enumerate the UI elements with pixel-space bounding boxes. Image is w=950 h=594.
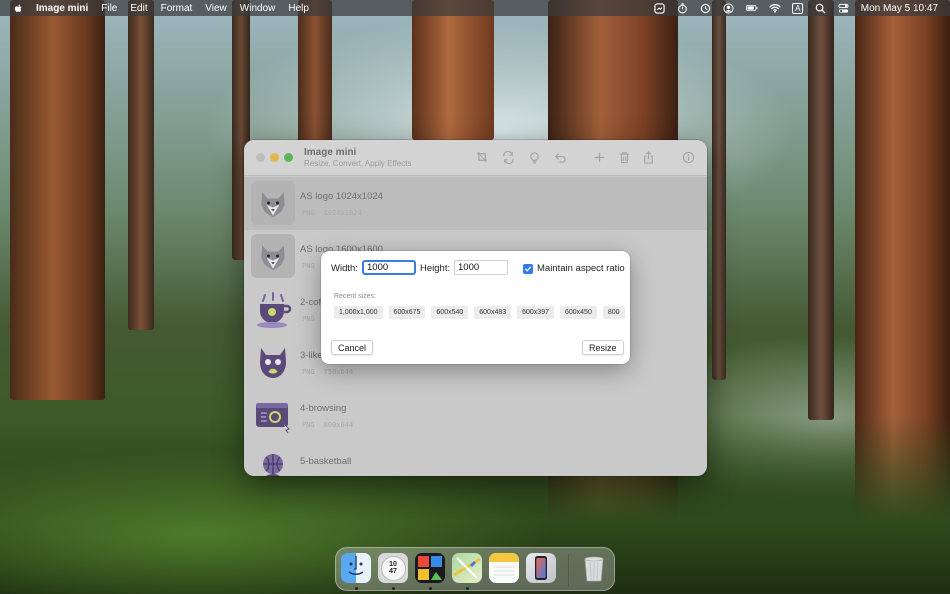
keyboard-input-source-icon[interactable]: A	[792, 2, 804, 14]
resize-button[interactable]: Resize	[582, 340, 624, 355]
husky-logo-thumbnail	[251, 181, 295, 225]
finder-icon[interactable]	[341, 553, 371, 583]
wifi-icon[interactable]	[769, 3, 781, 14]
file-dimensions: 1024x1024	[323, 209, 362, 217]
width-label: Width:	[331, 263, 358, 274]
menubar-clock[interactable]: Mon May 5 10:47	[861, 3, 938, 14]
height-input[interactable]	[454, 260, 508, 275]
clock-hour: 10	[389, 561, 397, 568]
convert-icon[interactable]	[501, 150, 515, 164]
maintain-aspect-ratio-label: Maintain aspect ratio	[537, 263, 625, 274]
husky-logo-thumbnail	[251, 234, 295, 278]
window-titlebar: Image mini Resize, Convert, Apply Effect…	[244, 140, 707, 176]
recent-size-chip[interactable]: 600x397	[517, 306, 554, 319]
recent-size-chip[interactable]: 600x540	[431, 306, 469, 319]
crop-icon[interactable]	[475, 150, 489, 164]
undo-icon[interactable]	[553, 150, 567, 164]
browsing-window-thumbnail	[251, 393, 295, 437]
like-monster-thumbnail	[251, 340, 295, 384]
file-format: PNG	[302, 368, 315, 376]
clock-minute: 47	[389, 568, 397, 575]
menu-edit[interactable]: Edit	[130, 3, 147, 14]
tree-trunk	[10, 0, 105, 400]
tree-trunk	[712, 0, 726, 380]
image-mini-status-icon[interactable]	[654, 2, 666, 14]
menu-window[interactable]: Window	[240, 3, 276, 14]
file-meta: PNG 1024x1024	[302, 209, 362, 217]
user-account-icon[interactable]	[723, 2, 735, 14]
window-toolbar	[244, 150, 707, 166]
control-center-icon[interactable]	[838, 3, 850, 14]
tree-trunk	[808, 0, 834, 420]
file-format: PNG	[302, 421, 315, 429]
timer-icon[interactable]	[677, 2, 689, 14]
photo-editor-icon[interactable]	[415, 553, 445, 583]
trash-icon[interactable]	[579, 553, 609, 583]
dock: 10 47	[335, 547, 615, 591]
info-icon[interactable]	[681, 150, 695, 164]
maintain-aspect-ratio-checkbox[interactable]: Maintain aspect ratio	[523, 263, 625, 274]
effects-icon[interactable]	[527, 150, 541, 164]
clock-icon[interactable]: 10 47	[378, 553, 408, 583]
menu-file[interactable]: File	[101, 3, 117, 14]
tree-trunk	[412, 0, 494, 140]
file-dimensions: 800x644	[323, 421, 354, 429]
resize-dialog: Width: Height: Maintain aspect ratio Rec…	[321, 251, 630, 364]
spotlight-search-icon[interactable]	[815, 3, 827, 14]
menu-bar: Image mini File Edit Format View Window …	[0, 0, 950, 16]
battery-icon[interactable]	[745, 3, 758, 14]
file-name: 4-browsing	[300, 403, 347, 414]
add-icon[interactable]	[592, 150, 606, 164]
running-indicator	[392, 587, 395, 590]
tree-trunk	[128, 0, 154, 330]
file-dimensions: 750x644	[323, 368, 354, 376]
coffee-cup-thumbnail	[251, 287, 295, 331]
notes-icon[interactable]	[489, 553, 519, 583]
recent-size-chip[interactable]: 600x483	[474, 306, 512, 319]
file-format: PNG	[302, 209, 315, 217]
file-name: 3-like	[300, 350, 323, 361]
file-name: 5-basketball	[300, 456, 352, 467]
running-indicator	[355, 587, 358, 590]
file-row[interactable]: 4-browsing PNG 800x644	[244, 389, 707, 442]
iphone-mirroring-icon[interactable]	[526, 553, 556, 583]
maps-icon[interactable]	[452, 553, 482, 583]
file-meta: PNG 750x644	[302, 368, 353, 376]
cancel-button[interactable]: Cancel	[331, 340, 374, 355]
running-indicator	[466, 587, 469, 590]
time-machine-icon[interactable]	[700, 3, 712, 14]
recent-sizes-list: 1,000x1,000 600x675 600x540 600x483 600x…	[334, 306, 630, 320]
input-source-label: A	[792, 2, 804, 14]
menu-view[interactable]: View	[205, 3, 227, 14]
checkmark-icon	[523, 263, 533, 274]
menu-app-name[interactable]: Image mini	[36, 3, 88, 14]
running-indicator	[429, 587, 432, 590]
menu-format[interactable]: Format	[161, 3, 193, 14]
recent-size-chip[interactable]: 800	[602, 306, 625, 319]
apple-menu-icon[interactable]	[12, 2, 24, 14]
width-input[interactable]	[362, 260, 416, 275]
recent-size-chip[interactable]: 600x450	[559, 306, 597, 319]
file-format: PNG	[302, 262, 315, 270]
file-name: 2-cof	[300, 297, 322, 308]
tree-trunk	[298, 0, 332, 160]
dock-separator	[568, 554, 569, 586]
height-label: Height:	[420, 263, 451, 274]
file-row[interactable]: 5-basketball	[244, 442, 707, 476]
file-name: AS logo 1024x1024	[300, 191, 383, 202]
trash-icon[interactable]	[617, 150, 631, 164]
recent-size-chip[interactable]: 600x675	[388, 306, 426, 319]
recent-sizes-label: Recent sizes:	[334, 293, 377, 300]
file-format: PNG	[302, 315, 315, 323]
recent-size-chip[interactable]: 1,000x1,000	[334, 306, 383, 319]
share-icon[interactable]	[641, 150, 655, 164]
file-row[interactable]: AS logo 1024x1024 PNG 1024x1024	[244, 177, 707, 230]
menu-help[interactable]: Help	[288, 3, 309, 14]
file-meta: PNG 800x644	[302, 421, 353, 429]
basketball-thumbnail	[251, 446, 295, 476]
